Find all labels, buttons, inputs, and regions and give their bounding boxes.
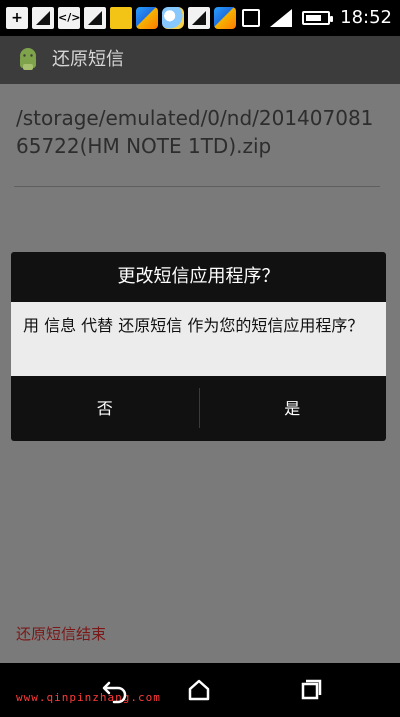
- dialog-title: 更改短信应用程序？: [117, 266, 280, 287]
- battery-fill: [306, 15, 322, 21]
- battery-icon: [302, 11, 334, 25]
- no-button[interactable]: 否: [11, 376, 199, 441]
- status-left-icons: + </>: [6, 6, 236, 30]
- signal-notification-icon: [188, 7, 210, 29]
- recent-apps-icon[interactable]: [295, 675, 325, 705]
- path-underline: [14, 186, 380, 187]
- button-divider: [199, 388, 200, 428]
- dialog-message: 用 信息 代替 还原短信 作为您的短信应用程序？: [11, 302, 386, 376]
- restore-complete-text: 还原短信结束: [16, 625, 107, 643]
- status-bar: + </> 18:52: [0, 0, 400, 36]
- signal-notification-icon: [84, 7, 106, 29]
- bird-app-icon: [136, 7, 158, 29]
- back-icon[interactable]: [100, 675, 130, 705]
- app-bar: 还原短信: [0, 36, 400, 84]
- app-title: 还原短信: [52, 49, 124, 70]
- watermark-text: www.qinpinzhang.com: [16, 691, 161, 704]
- yes-button[interactable]: 是: [199, 376, 387, 441]
- change-sms-app-dialog: 更改短信应用程序？ 用 信息 代替 还原短信 作为您的短信应用程序？ 否 是: [11, 252, 386, 441]
- bird-app-icon: [214, 7, 236, 29]
- home-icon[interactable]: [184, 675, 214, 705]
- status-right-icons: 18:52: [242, 6, 392, 30]
- code-icon: </>: [58, 7, 80, 29]
- signal-notification-icon: [32, 7, 54, 29]
- plus-icon: +: [6, 7, 28, 29]
- navigation-bar: www.qinpinzhang.com: [0, 663, 400, 717]
- file-path-text: /storage/emulated/0/nd/20140708165722(HM…: [16, 106, 374, 158]
- android-icon: [14, 46, 42, 74]
- app-notification-icon: [110, 7, 132, 29]
- vibrate-icon: [242, 9, 261, 27]
- weather-icon: [162, 7, 184, 29]
- signal-icon: [270, 9, 293, 27]
- status-time: 18:52: [340, 7, 392, 28]
